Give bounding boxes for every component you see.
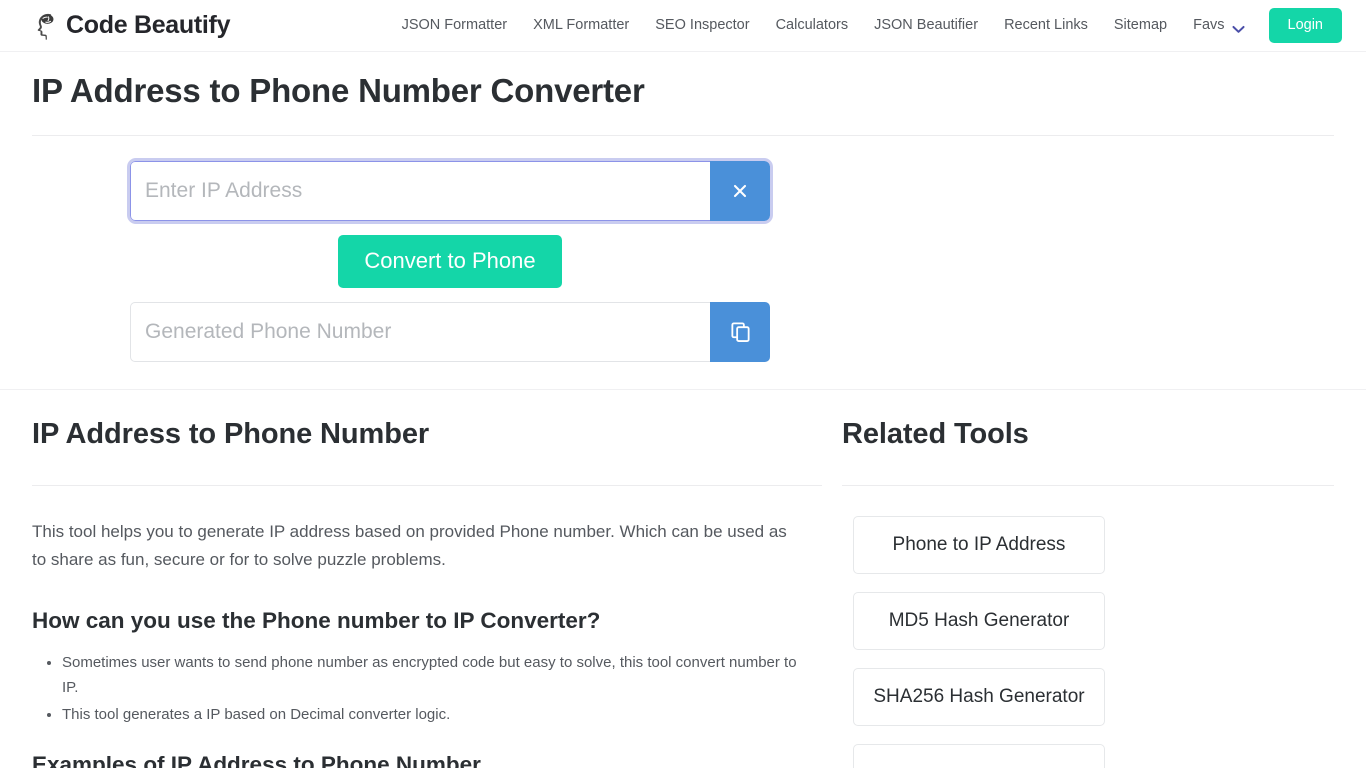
article-heading: IP Address to Phone Number: [32, 417, 430, 450]
related-tools-sidebar: Related Tools Phone to IP Address MD5 Ha…: [822, 390, 1334, 768]
related-tool-phone-to-ip[interactable]: Phone to IP Address: [853, 516, 1105, 575]
related-tools-list: Phone to IP Address MD5 Hash Generator S…: [853, 516, 1105, 768]
nav-item-favs-label: Favs: [1193, 17, 1225, 34]
content-area: IP Address to Phone Number This tool hel…: [0, 390, 1366, 768]
list-item: Sometimes user wants to send phone numbe…: [62, 650, 802, 702]
nav-item-calculators[interactable]: Calculators: [763, 10, 862, 41]
convert-button-wrap: Convert to Phone: [130, 221, 770, 301]
nav-item-seo-inspector[interactable]: SEO Inspector: [642, 10, 762, 41]
generated-phone-output[interactable]: [130, 301, 710, 362]
converter-tool-inner: Convert to Phone: [127, 158, 790, 362]
sidebar-heading-divider: [842, 485, 1334, 487]
nav-item-json-beautifier[interactable]: JSON Beautifier: [861, 10, 991, 41]
article-heading-divider: [32, 485, 822, 487]
ip-address-input[interactable]: [130, 161, 710, 222]
nav-item-recent-links[interactable]: Recent Links: [991, 10, 1101, 41]
copy-output-button[interactable]: [710, 301, 770, 362]
ip-input-row: [127, 158, 773, 225]
main-navigation: JSON Formatter XML Formatter SEO Inspect…: [389, 7, 1342, 44]
nav-item-xml-formatter[interactable]: XML Formatter: [520, 10, 642, 41]
convert-to-phone-button[interactable]: Convert to Phone: [338, 235, 562, 288]
clear-input-button[interactable]: [710, 161, 770, 222]
output-row: [130, 301, 770, 362]
article-subheading: How can you use the Phone number to IP C…: [32, 608, 601, 634]
related-tool-sha256-hash-generator[interactable]: SHA256 Hash Generator: [853, 668, 1105, 727]
article-bullet-list: Sometimes user wants to send phone numbe…: [32, 650, 822, 728]
related-tool-md5-hash-generator[interactable]: MD5 Hash Generator: [853, 592, 1105, 651]
brand-name: Code Beautify: [66, 11, 231, 39]
site-header: Code Beautify JSON Formatter XML Formatt…: [0, 0, 1366, 52]
page-title: IP Address to Phone Number Converter: [32, 72, 645, 109]
page-title-band: IP Address to Phone Number Converter: [0, 52, 1366, 111]
login-button[interactable]: Login: [1268, 7, 1342, 44]
sidebar-heading: Related Tools: [842, 417, 1029, 450]
nav-item-favs-dropdown[interactable]: Favs: [1180, 11, 1257, 39]
article-next-heading: Examples of IP Address to Phone Number: [32, 752, 481, 768]
brand-logo-link[interactable]: Code Beautify: [32, 11, 230, 41]
article-paragraph: This tool helps you to generate IP addre…: [32, 522, 787, 570]
copy-icon: [729, 320, 752, 343]
nav-item-sitemap[interactable]: Sitemap: [1101, 10, 1180, 41]
article-column: IP Address to Phone Number This tool hel…: [32, 390, 822, 768]
nav-item-json-formatter[interactable]: JSON Formatter: [389, 10, 521, 41]
close-x-icon: [730, 181, 750, 201]
list-item: This tool generates a IP based on Decima…: [62, 702, 802, 728]
related-tool-next[interactable]: [853, 744, 1105, 768]
converter-tool-panel: Convert to Phone: [0, 136, 1366, 390]
chevron-down-icon: [1231, 21, 1245, 33]
brain-head-logo-icon: [32, 11, 62, 41]
